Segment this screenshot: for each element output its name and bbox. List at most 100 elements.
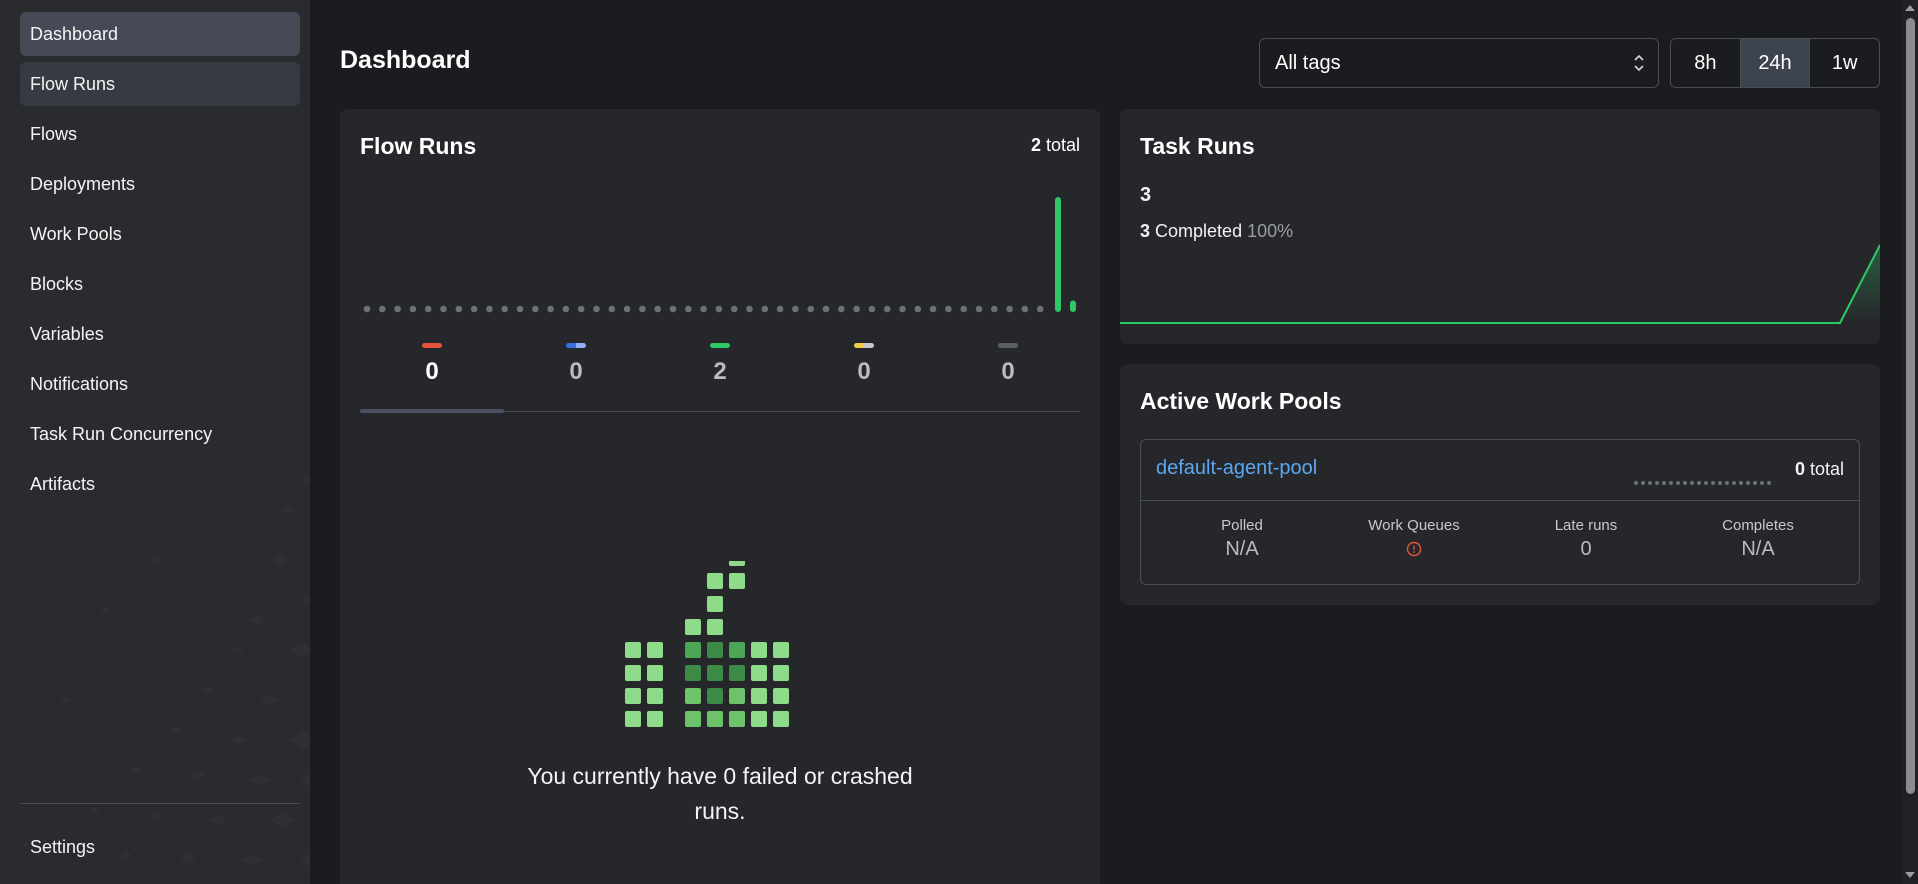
work-pools-card: Active Work Pools default-agent-pool 0 t… [1120,364,1880,605]
history-bar [1055,197,1061,312]
state-count: 0 [425,358,439,385]
range-button-1w[interactable]: 1w [1809,39,1879,87]
sidebar: Dashboard Flow Runs Flows Deployments Work P… [0,0,310,884]
activity-dot [1662,481,1666,485]
chevron-updown-icon [1634,39,1644,107]
activity-dot [1725,481,1729,485]
stat-work-queues-label: Work Queues [1368,517,1460,534]
history-empty-dot [883,305,891,313]
state-tab-completed[interactable]: 2 [648,343,792,386]
scroll-down-arrow-icon[interactable] [1905,872,1915,878]
activity-dot [1641,481,1645,485]
state-color-bar [566,343,586,348]
alert-circle-icon [1406,540,1422,562]
sidebar-item-task-run-concurrency[interactable]: Task Run Concurrency [20,412,300,456]
stat-completes: Completes N/A [1672,517,1844,561]
history-empty-dot [975,305,983,313]
state-tab-running[interactable]: 0 [504,343,648,386]
history-empty-dot [379,305,386,313]
page-title: Dashboard [340,46,471,74]
history-empty-dot [868,305,876,313]
stat-late-runs-value: 0 [1580,538,1592,560]
sidebar-item-dashboard[interactable]: Dashboard [20,12,300,56]
history-empty-dot [577,305,585,313]
history-empty-dot [776,305,784,313]
history-empty-dot [639,305,646,313]
history-empty-dot [501,305,508,313]
state-color-bar [422,343,442,348]
flow-runs-total: 2 total [1031,135,1080,156]
sidebar-item-settings[interactable]: Settings [20,825,300,869]
activity-dot [1669,481,1673,485]
state-tab-failed[interactable]: 0 [360,343,504,386]
history-empty-dot [1006,305,1013,313]
history-empty-dot [960,305,967,313]
scroll-up-arrow-icon[interactable] [1905,5,1915,11]
activity-dot [1711,481,1715,485]
stat-polled: Polled N/A [1156,517,1328,561]
history-empty-dot [746,305,753,313]
sidebar-divider [20,803,300,804]
work-pool-total-count: 0 [1794,459,1805,479]
activity-dot [1676,481,1680,485]
history-empty-dot [409,305,417,313]
work-pool-total-suffix: total [1809,459,1844,479]
activity-dot [1704,481,1708,485]
history-empty-dot [853,305,860,313]
activity-dot [1655,481,1659,485]
sidebar-item-flows[interactable]: Flows [20,112,300,156]
page-scrollbar[interactable] [1902,0,1918,884]
work-pool-separator [1141,500,1859,501]
sidebar-item-variables[interactable]: Variables [20,312,300,356]
work-pool-activity-dots [1634,481,1771,485]
state-color-bar [854,343,874,348]
stat-work-queues-value [1328,538,1500,563]
sidebar-item-deployments[interactable]: Deployments [20,162,300,206]
activity-dot [1760,481,1764,485]
history-empty-dot [914,305,922,313]
state-tab-active-indicator [360,409,504,413]
history-empty-dot [1021,305,1029,313]
flow-runs-history-chart [363,197,1076,313]
tag-filter-value: All tags [1275,52,1341,74]
tag-filter-select[interactable]: All tags [1259,38,1659,88]
history-empty-dot [532,305,539,313]
work-pool-link[interactable]: default-agent-pool [1156,457,1317,480]
sidebar-item-blocks[interactable]: Blocks [20,262,300,306]
activity-dot [1634,481,1638,485]
history-empty-dot [516,305,524,313]
sidebar-item-work-pools[interactable]: Work Pools [20,212,300,256]
stat-work-queues: Work Queues [1328,517,1500,563]
range-button-8h[interactable]: 8h [1671,39,1740,87]
history-empty-dot [470,305,478,313]
history-empty-dot [440,305,447,313]
history-empty-dot [593,305,600,313]
history-empty-dot [807,305,814,313]
state-count: 2 [713,358,727,385]
scrollbar-thumb[interactable] [1906,18,1915,794]
activity-dot [1746,481,1750,485]
flow-runs-total-suffix: total [1045,135,1080,155]
state-color-bar [710,343,730,348]
stat-late-runs: Late runs 0 [1500,517,1672,561]
flow-runs-title: Flow Runs [360,133,477,159]
sidebar-item-flow-runs[interactable]: Flow Runs [20,62,300,106]
flow-runs-card: Flow Runs 2 total 0 0 2 0 0 You currently ha… [340,109,1100,884]
history-empty-dot [547,305,554,313]
sidebar-item-notifications[interactable]: Notifications [20,362,300,406]
state-tab-late[interactable]: 0 [792,343,936,386]
history-empty-dot [363,305,371,313]
sidebar-item-artifacts[interactable]: Artifacts [20,462,300,506]
history-empty-dot [822,305,830,313]
state-color-bar [998,343,1018,348]
time-range-group: 8h 24h 1w [1670,38,1880,88]
activity-dot [1753,481,1757,485]
history-empty-dot [715,305,723,313]
task-runs-sparkline [1120,244,1880,324]
history-empty-dot [730,305,738,313]
state-tab-other[interactable]: 0 [936,343,1080,386]
history-empty-dot [991,305,998,313]
history-empty-dot [486,305,493,313]
range-button-24h[interactable]: 24h [1739,39,1810,87]
work-pools-title: Active Work Pools [1140,388,1342,414]
